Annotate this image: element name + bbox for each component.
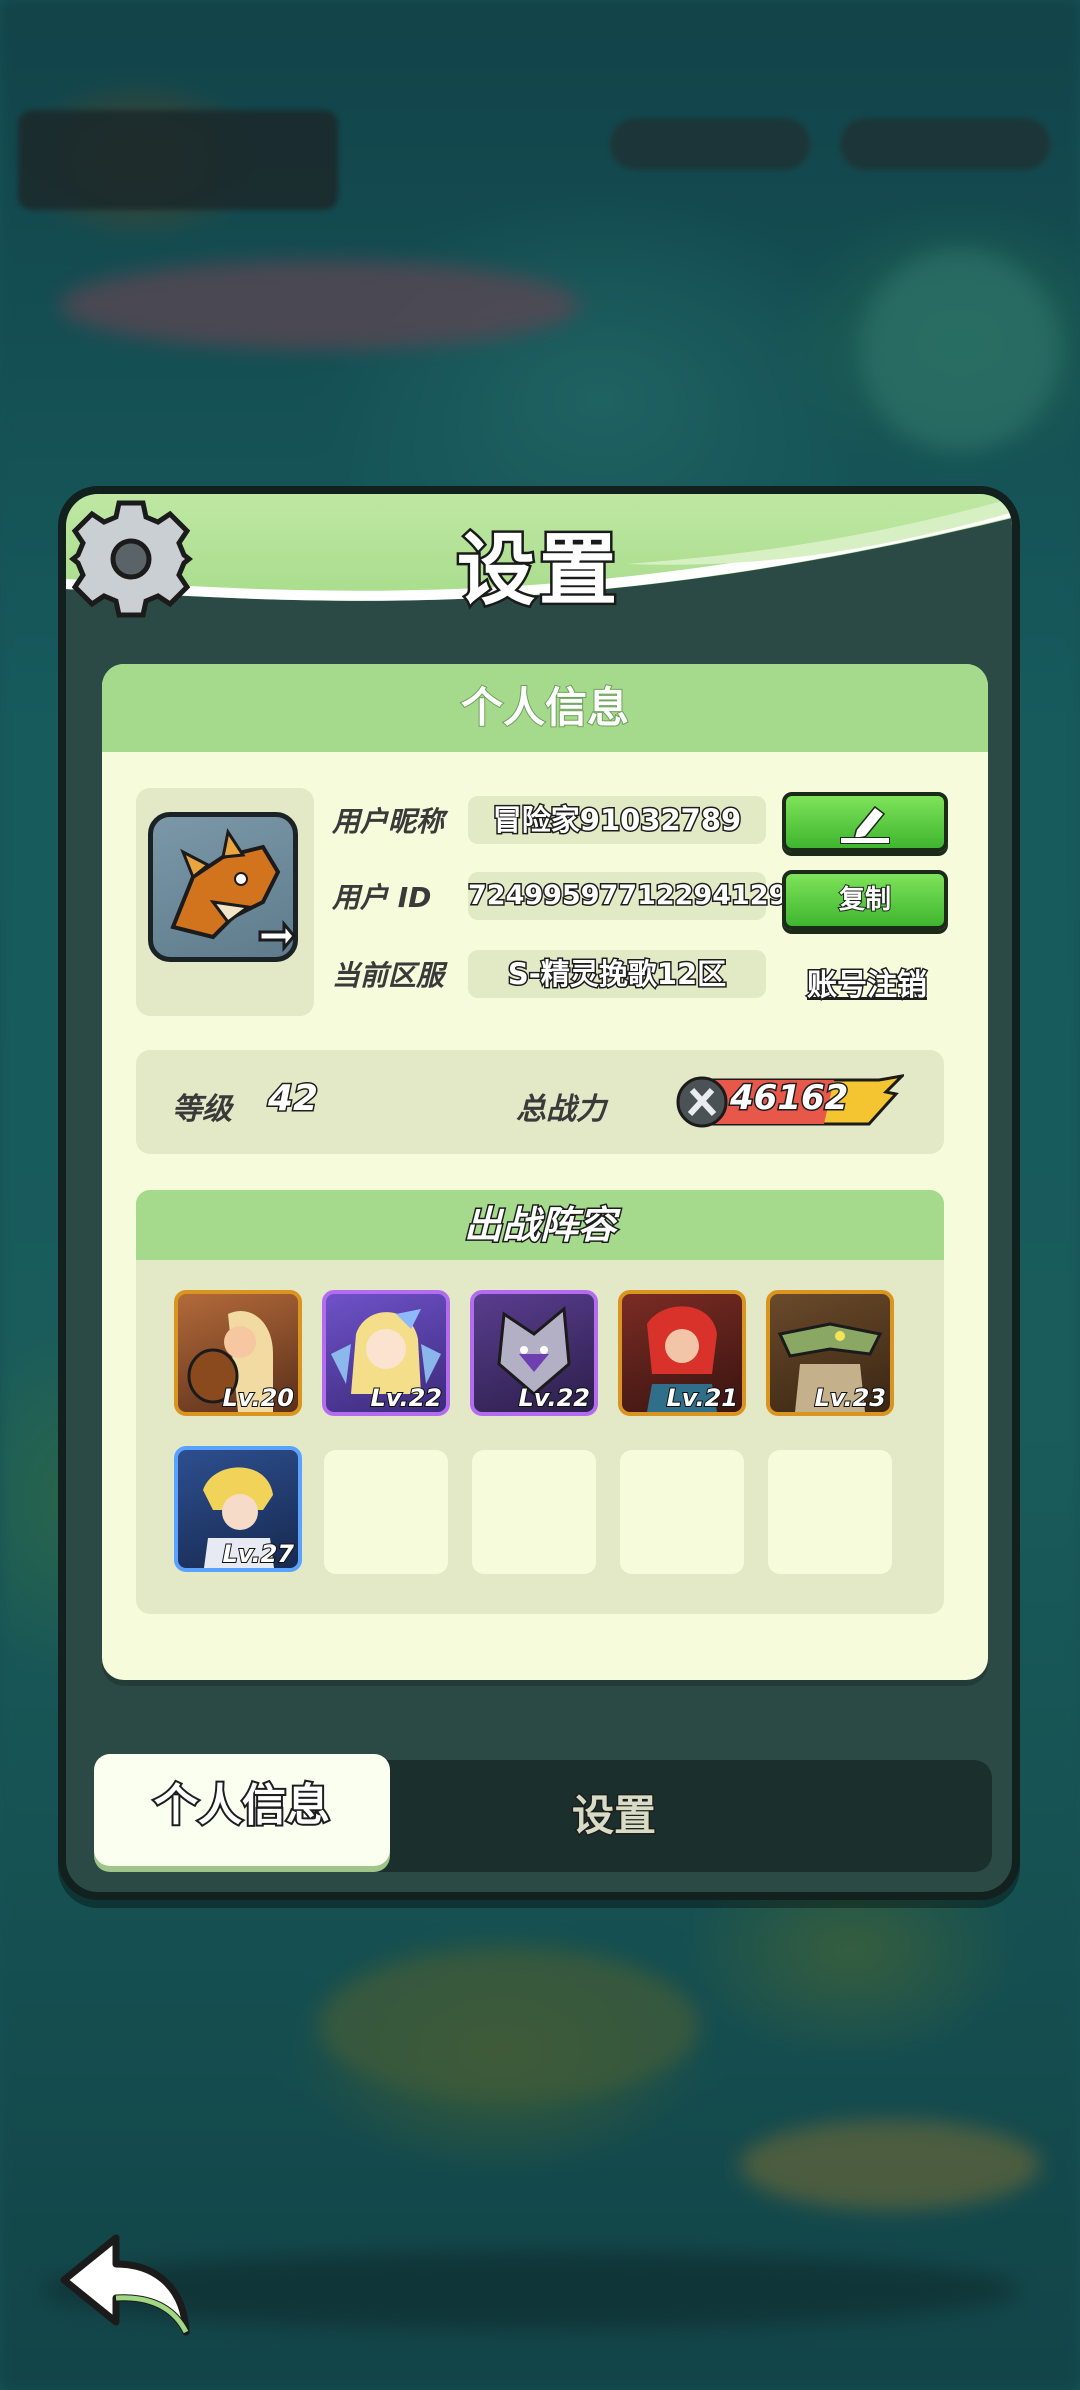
server-value: S-精灵挽歌12区 [468,950,766,998]
pencil-icon [840,805,890,844]
hero-slot[interactable]: Lv.20 [174,1290,302,1416]
hero-level: Lv.22 [370,1383,443,1412]
panel-title: 设置 [454,524,621,619]
level-value: 42 [266,1077,319,1121]
power-badge: 46162 [674,1074,904,1130]
personal-info-card: 个人信息 用户昵称 冒险家91032789 用户 ID 724995977122… [102,664,988,1680]
hero-level: Lv.23 [814,1383,887,1412]
empty-hero-slot[interactable] [472,1450,596,1574]
tab-settings[interactable]: 设置 [514,1760,714,1872]
settings-panel: 设置 个人信息 用户昵称 冒险家91032789 用户 ID 724995977… [58,486,1020,1900]
hud-resource-bar [610,118,810,170]
empty-hero-slot[interactable] [324,1450,448,1574]
tab-personal-info[interactable]: 个人信息 [94,1754,390,1866]
hud-player-card [18,110,338,210]
edit-nickname-button[interactable] [782,792,948,852]
hero-level: Lv.20 [222,1383,295,1412]
user-id-value: 7249959771229412​9 [467,872,789,920]
hero-slot[interactable]: Lv.22 [322,1290,450,1416]
hero-level: Lv.21 [666,1383,739,1412]
nickname-value: 冒险家91032789 [468,796,766,844]
hud-resource-bar [840,118,1050,170]
avatar-container[interactable] [136,788,314,1016]
user-id-label: 用户 ID [332,881,432,914]
hero-slot[interactable]: Lv.27 [174,1446,302,1572]
hero-slot[interactable]: Lv.22 [470,1290,598,1416]
hero-level: Lv.22 [518,1383,591,1412]
empty-hero-slot[interactable] [620,1450,744,1574]
panel-header: 设置 [66,494,1012,644]
copy-id-button[interactable]: 复制 [782,870,948,930]
power-label: 总战力 [516,1092,606,1127]
hero-level: Lv.27 [222,1539,295,1568]
card-title: 个人信息 [102,664,988,752]
empty-hero-slot[interactable] [768,1450,892,1574]
account-deletion-link[interactable]: 账号注销 [792,960,942,1005]
stats-bar: 等级 42 总战力 46162 [136,1050,944,1154]
power-value: 46162 [728,1077,849,1120]
lineup-title: 出战阵容 [136,1190,944,1260]
hero-slot[interactable]: Lv.23 [766,1290,894,1416]
battle-lineup: 出战阵容 Lv.20 Lv.22 Lv.22 Lv.21 Lv.23 Lv.27 [136,1190,944,1614]
hero-slot[interactable]: Lv.21 [618,1290,746,1416]
back-arrow-icon[interactable] [56,2228,196,2340]
tab-bar: 个人信息 设置 [94,1754,992,1872]
level-label: 等级 [172,1092,232,1127]
nickname-label: 用户昵称 [332,805,445,838]
server-label: 当前区服 [332,959,445,992]
swap-avatar-icon[interactable] [254,916,298,960]
